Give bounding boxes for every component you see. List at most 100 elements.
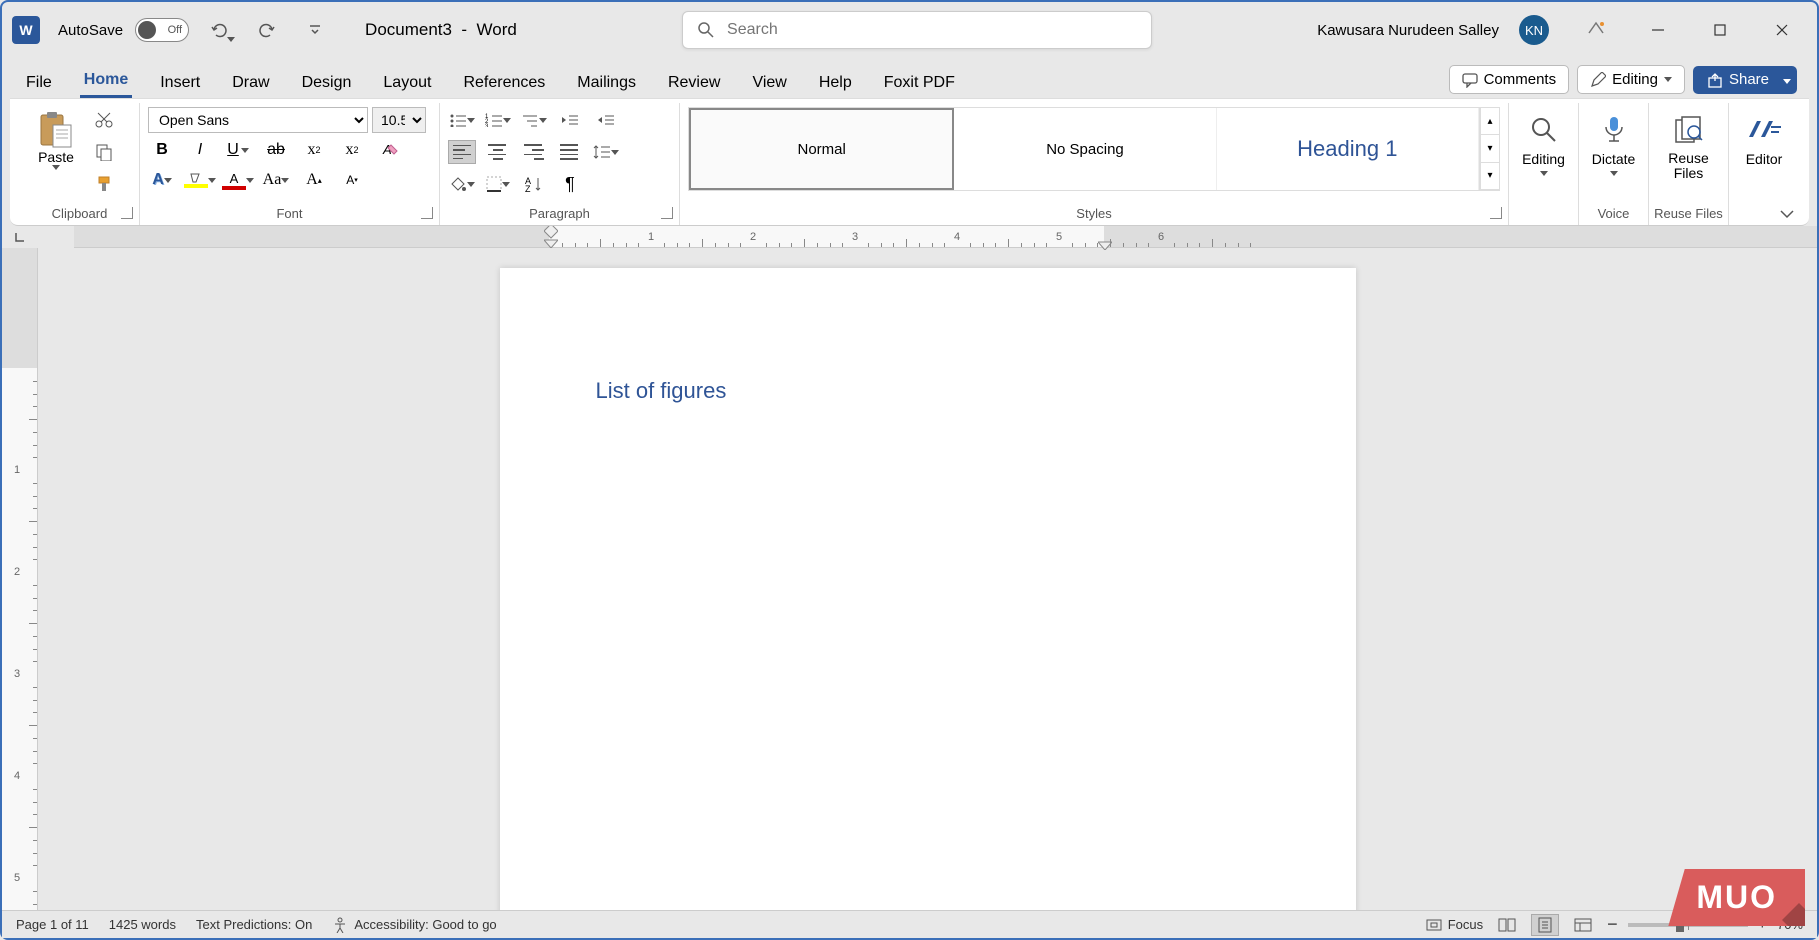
svg-text:Z: Z (525, 184, 531, 192)
tab-design[interactable]: Design (298, 68, 356, 98)
horizontal-ruler[interactable]: 123456 (74, 226, 1817, 248)
style-no-spacing[interactable]: No Spacing (954, 108, 1216, 190)
styles-scroll-down[interactable]: ▾ (1481, 135, 1499, 162)
pencil-icon (1590, 72, 1606, 88)
reuse-files-button[interactable]: Reuse Files (1657, 107, 1720, 188)
tab-home[interactable]: Home (80, 65, 132, 98)
styles-launcher[interactable] (1490, 207, 1502, 219)
tab-mailings[interactable]: Mailings (573, 68, 640, 98)
close-button[interactable] (1757, 10, 1807, 50)
minimize-button[interactable] (1633, 10, 1683, 50)
align-left-button[interactable] (448, 140, 476, 164)
web-layout-button[interactable] (1569, 914, 1597, 936)
ribbon-tabs: File Home Insert Draw Design Layout Refe… (2, 58, 1817, 98)
decrease-indent-button[interactable] (556, 107, 584, 133)
text-effects-button[interactable]: A (148, 167, 176, 193)
paste-button[interactable]: Paste (28, 107, 84, 197)
styles-expand[interactable]: ▾ (1481, 163, 1499, 190)
shrink-font-button[interactable]: A▾ (338, 167, 366, 193)
maximize-button[interactable] (1695, 10, 1745, 50)
bullets-button[interactable] (448, 107, 476, 133)
underline-button[interactable]: U (224, 137, 252, 163)
strikethrough-button[interactable]: ab (262, 137, 290, 163)
style-normal[interactable]: Normal (689, 108, 954, 190)
share-dropdown[interactable] (1777, 66, 1797, 94)
tab-insert[interactable]: Insert (156, 68, 204, 98)
tab-selector[interactable] (2, 226, 38, 248)
numbering-button[interactable]: 123 (484, 107, 512, 133)
tab-view[interactable]: View (748, 68, 790, 98)
style-heading1[interactable]: Heading 1 (1217, 108, 1479, 190)
coming-soon-icon[interactable] (1571, 10, 1621, 50)
read-mode-button[interactable] (1493, 914, 1521, 936)
redo-button[interactable] (249, 14, 285, 46)
tab-foxit-pdf[interactable]: Foxit PDF (880, 68, 959, 98)
title-bar: W AutoSave Off Document3 - Word Kawusara… (2, 2, 1817, 58)
eraser-a-icon: A (381, 141, 399, 159)
editing-mode-button[interactable]: Editing (1577, 65, 1685, 94)
superscript-button[interactable]: x2 (338, 137, 366, 163)
tab-references[interactable]: References (459, 68, 549, 98)
clipboard-launcher[interactable] (121, 207, 133, 219)
autosave-label: AutoSave (58, 22, 123, 39)
subscript-button[interactable]: x2 (300, 137, 328, 163)
search-input[interactable] (727, 21, 1137, 39)
font-size-select[interactable]: 10.5 (372, 107, 426, 133)
font-color-button[interactable]: A (224, 167, 252, 193)
tab-file[interactable]: File (22, 68, 56, 98)
accessibility-icon (332, 917, 348, 933)
status-accessibility[interactable]: Accessibility: Good to go (332, 917, 496, 933)
show-marks-button[interactable]: ¶ (556, 171, 584, 197)
zoom-out-button[interactable]: − (1607, 914, 1618, 935)
document-heading[interactable]: List of figures (596, 378, 1260, 404)
tab-layout[interactable]: Layout (379, 68, 435, 98)
tab-review[interactable]: Review (664, 68, 724, 98)
change-case-button[interactable]: Aa (262, 167, 290, 193)
bold-button[interactable]: B (148, 137, 176, 163)
status-predictions[interactable]: Text Predictions: On (196, 917, 312, 932)
focus-mode-button[interactable]: Focus (1426, 917, 1483, 933)
word-app-icon: W (12, 16, 40, 44)
tab-draw[interactable]: Draw (228, 68, 273, 98)
align-center-button[interactable] (484, 140, 512, 164)
share-button[interactable]: Share (1693, 66, 1783, 94)
search-box[interactable] (682, 11, 1152, 49)
font-launcher[interactable] (421, 207, 433, 219)
autosave-toggle[interactable]: Off (135, 18, 189, 42)
qat-customize-button[interactable] (297, 14, 333, 46)
status-bar: Page 1 of 11 1425 words Text Predictions… (2, 910, 1817, 938)
reuse-files-group-label: Reuse Files (1649, 206, 1728, 221)
increase-indent-button[interactable] (592, 107, 620, 133)
dictate-button[interactable]: Dictate (1587, 107, 1640, 182)
italic-button[interactable]: I (186, 137, 214, 163)
shading-button[interactable] (448, 171, 476, 197)
status-words[interactable]: 1425 words (109, 917, 176, 932)
line-spacing-button[interactable] (592, 139, 620, 165)
clear-formatting-button[interactable]: A (376, 137, 404, 163)
styles-scroll-up[interactable]: ▴ (1481, 108, 1499, 135)
editing-group-button[interactable]: Editing (1517, 107, 1570, 182)
user-name[interactable]: Kawusara Nurudeen Salley (1317, 22, 1499, 39)
page[interactable]: List of figures (500, 268, 1356, 910)
status-page[interactable]: Page 1 of 11 (16, 917, 89, 932)
cut-button[interactable] (90, 107, 118, 133)
multilevel-list-button[interactable] (520, 107, 548, 133)
paragraph-launcher[interactable] (661, 207, 673, 219)
highlight-button[interactable] (186, 167, 214, 193)
collapse-ribbon-button[interactable] (1779, 209, 1795, 219)
align-right-button[interactable] (520, 140, 548, 164)
vertical-ruler[interactable]: 12345 (2, 248, 38, 910)
grow-font-button[interactable]: A▴ (300, 167, 328, 193)
editor-button[interactable]: Editor (1737, 107, 1791, 173)
sort-button[interactable]: AZ (520, 171, 548, 197)
copy-button[interactable] (90, 139, 118, 165)
print-layout-button[interactable] (1531, 914, 1559, 936)
comments-button[interactable]: Comments (1449, 65, 1570, 94)
undo-button[interactable] (201, 14, 237, 46)
justify-button[interactable] (556, 140, 584, 164)
format-painter-button[interactable] (90, 171, 118, 197)
user-avatar[interactable]: KN (1519, 15, 1549, 45)
tab-help[interactable]: Help (815, 68, 856, 98)
borders-button[interactable] (484, 171, 512, 197)
font-name-select[interactable]: Open Sans (148, 107, 368, 133)
